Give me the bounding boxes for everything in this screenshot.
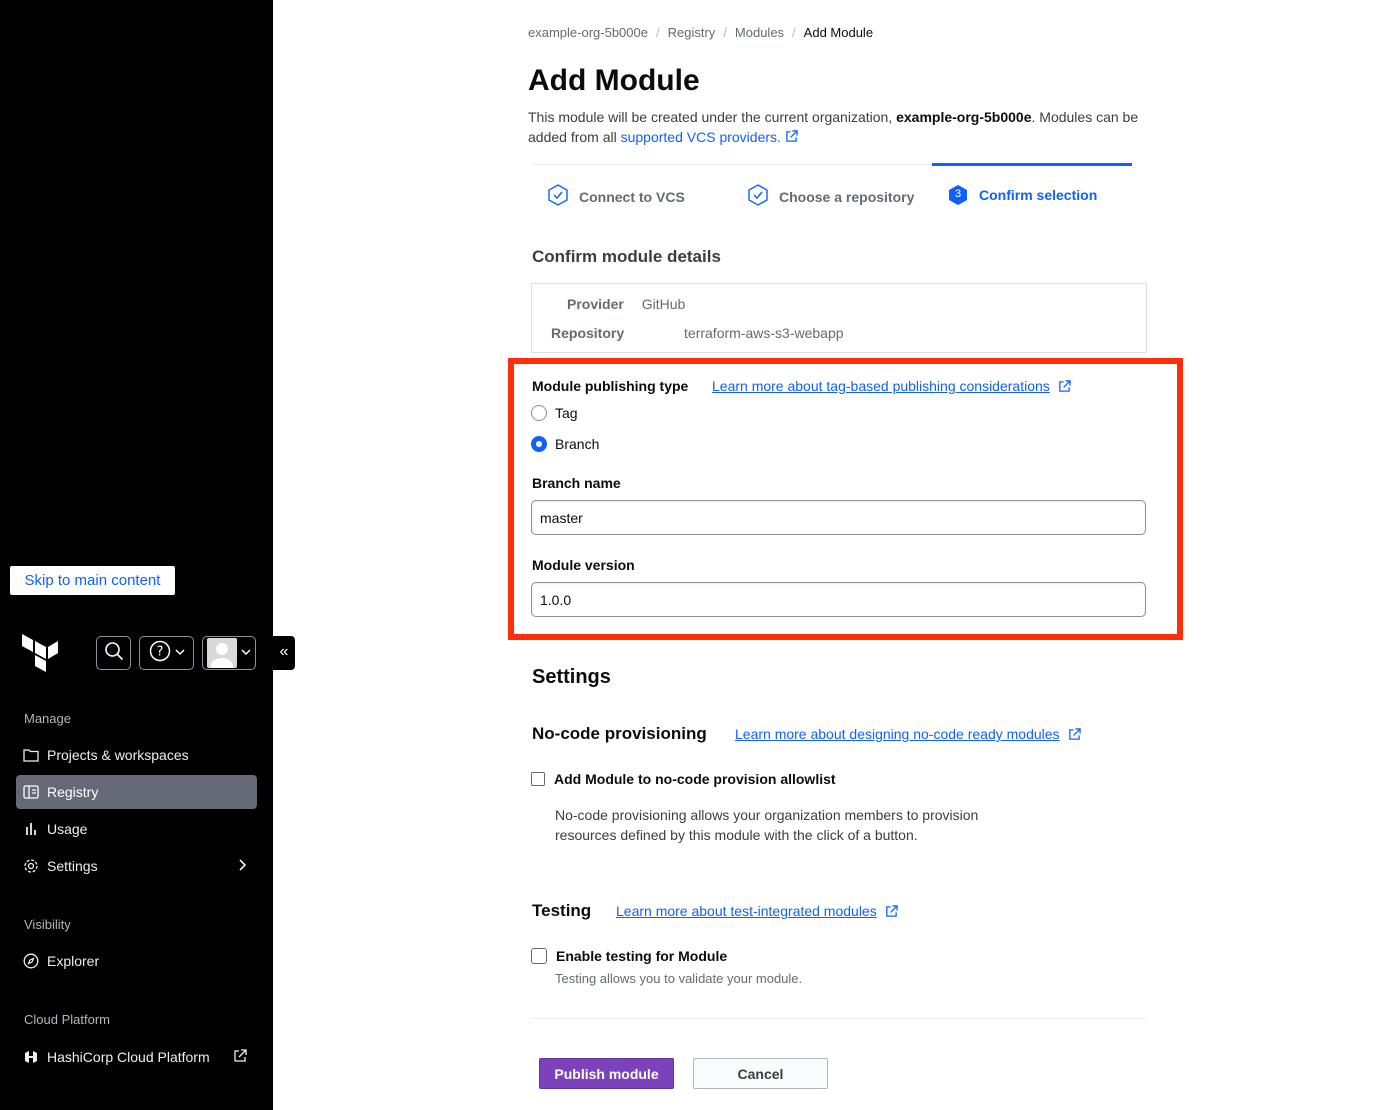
chevron-down-icon <box>174 644 185 662</box>
publishing-type-label: Module publishing type <box>532 378 689 394</box>
terraform-logo-icon[interactable] <box>22 634 58 672</box>
sidebar-item-settings[interactable]: Settings <box>16 849 257 883</box>
provider-row: Provider GitHub <box>567 296 685 312</box>
nocode-learn-more-link[interactable]: Learn more about designing no-code ready… <box>735 726 1081 742</box>
enable-testing-checkbox-row[interactable]: Enable testing for Module <box>531 948 727 964</box>
repository-value: terraform-aws-s3-webapp <box>684 325 844 341</box>
radio-tag[interactable]: Tag <box>531 405 578 421</box>
step-number-icon: 3 <box>947 184 969 206</box>
nocode-help-text: No-code provisioning allows your organiz… <box>555 807 979 843</box>
breadcrumb-separator: / <box>723 25 727 40</box>
confirm-details-heading: Confirm module details <box>532 247 721 266</box>
radio-label: Branch <box>555 436 600 452</box>
radio-label: Tag <box>555 405 578 421</box>
checkbox-label: Enable testing for Module <box>556 948 728 964</box>
nav-heading-manage: Manage <box>24 711 71 726</box>
active-step-indicator <box>932 163 1132 166</box>
svg-text:?: ? <box>156 644 163 659</box>
sidebar: Skip to main content ? Manage Projects &… <box>0 0 273 1110</box>
branch-name-label: Branch name <box>532 475 621 491</box>
avatar <box>207 638 237 668</box>
sidebar-item-label: Projects & workspaces <box>47 747 189 763</box>
page-description: This module will be created under the cu… <box>528 107 1148 147</box>
external-link-icon <box>1058 379 1071 392</box>
testing-heading: Testing <box>532 901 592 920</box>
cancel-button[interactable]: Cancel <box>693 1058 828 1089</box>
sidebar-item-label: HashiCorp Cloud Platform <box>47 1049 210 1065</box>
sidebar-item-label: Settings <box>47 858 98 874</box>
page-title: Add Module <box>528 64 700 97</box>
branch-name-input[interactable] <box>531 500 1146 535</box>
radio-button[interactable] <box>531 405 547 421</box>
breadcrumb-separator: / <box>655 25 660 40</box>
nav-heading-visibility: Visibility <box>24 917 71 932</box>
sidebar-item-usage[interactable]: Usage <box>16 812 257 846</box>
step-connect-to-vcs[interactable]: Connect to VCS <box>547 184 685 209</box>
chevron-right-icon <box>237 858 247 875</box>
help-icon: ? <box>149 640 171 667</box>
settings-heading: Settings <box>532 666 611 688</box>
testing-learn-more-link[interactable]: Learn more about test-integrated modules <box>616 903 898 919</box>
enable-testing-checkbox[interactable] <box>531 948 547 964</box>
bar-chart-icon <box>23 821 39 837</box>
publish-module-button[interactable]: Publish module <box>539 1058 674 1089</box>
breadcrumb-registry[interactable]: Registry <box>668 25 716 40</box>
testing-help-text: Testing allows you to validate your modu… <box>555 971 803 986</box>
user-menu-button[interactable] <box>202 636 256 670</box>
tag-publishing-learn-more-link[interactable]: Learn more about tag-based publishing co… <box>712 378 1071 394</box>
breadcrumb-modules[interactable]: Modules <box>735 25 784 40</box>
step-label: Connect to VCS <box>579 188 685 205</box>
nocode-allowlist-checkbox[interactable] <box>531 772 545 786</box>
step-complete-icon <box>547 184 569 209</box>
step-choose-repository[interactable]: Choose a repository <box>747 184 914 209</box>
nav-heading-cloud-platform: Cloud Platform <box>24 1012 110 1027</box>
sidebar-item-label: Registry <box>47 784 99 800</box>
checkbox-label: Add Module to no-code provision allowlis… <box>554 771 836 787</box>
breadcrumb-org[interactable]: example-org-5b000e <box>528 25 648 40</box>
form-divider <box>531 1018 1147 1019</box>
step-confirm-selection[interactable]: 3 Confirm selection <box>947 184 1097 206</box>
sidebar-item-hashicorp-cloud-platform[interactable]: HashiCorp Cloud Platform <box>16 1040 257 1074</box>
help-menu-button[interactable]: ? <box>139 636 194 670</box>
module-version-input[interactable] <box>531 582 1146 617</box>
step-label: Confirm selection <box>979 187 1098 203</box>
sidebar-item-explorer[interactable]: Explorer <box>16 944 257 978</box>
sidebar-item-label: Usage <box>47 821 88 837</box>
external-link-icon <box>1068 727 1081 740</box>
radio-button[interactable] <box>531 436 547 452</box>
nocode-heading: No-code provisioning <box>532 724 707 743</box>
repository-label: Repository <box>551 325 625 341</box>
search-icon <box>104 641 124 666</box>
sidebar-item-projects-workspaces[interactable]: Projects & workspaces <box>16 738 257 772</box>
repository-row: Repository terraform-aws-s3-webapp <box>551 325 844 341</box>
breadcrumb-current: Add Module <box>803 25 874 40</box>
sidebar-item-registry[interactable]: Registry <box>16 775 257 809</box>
intro-text: This module will be created under the cu… <box>528 109 897 125</box>
search-button[interactable] <box>96 636 131 670</box>
provider-label: Provider <box>567 296 624 312</box>
module-version-label: Module version <box>532 557 635 573</box>
org-name: example-org-5b000e <box>896 109 1032 125</box>
compass-icon <box>23 953 39 969</box>
folder-icon <box>23 747 39 763</box>
provider-value: GitHub <box>641 296 686 312</box>
external-link-icon <box>233 1049 247 1066</box>
collapse-sidebar-button[interactable]: « <box>273 636 295 670</box>
breadcrumb: example-org-5b000e / Registry / Modules … <box>528 25 873 40</box>
chevron-down-icon <box>241 644 251 662</box>
hashicorp-icon <box>23 1049 39 1065</box>
external-link-icon <box>786 130 798 142</box>
module-details-box <box>531 283 1147 353</box>
supported-vcs-providers-link[interactable]: supported VCS providers. <box>621 129 798 145</box>
sidebar-item-label: Explorer <box>47 953 100 969</box>
external-link-icon <box>885 904 898 917</box>
step-complete-icon <box>747 184 769 209</box>
gear-icon <box>23 858 39 874</box>
nocode-allowlist-checkbox-row[interactable]: Add Module to no-code provision allowlis… <box>531 771 836 787</box>
step-label: Choose a repository <box>779 188 915 205</box>
skip-to-main-content-link[interactable]: Skip to main content <box>10 566 175 595</box>
radio-branch[interactable]: Branch <box>531 436 599 452</box>
registry-icon <box>23 784 39 800</box>
breadcrumb-separator: / <box>792 25 796 40</box>
